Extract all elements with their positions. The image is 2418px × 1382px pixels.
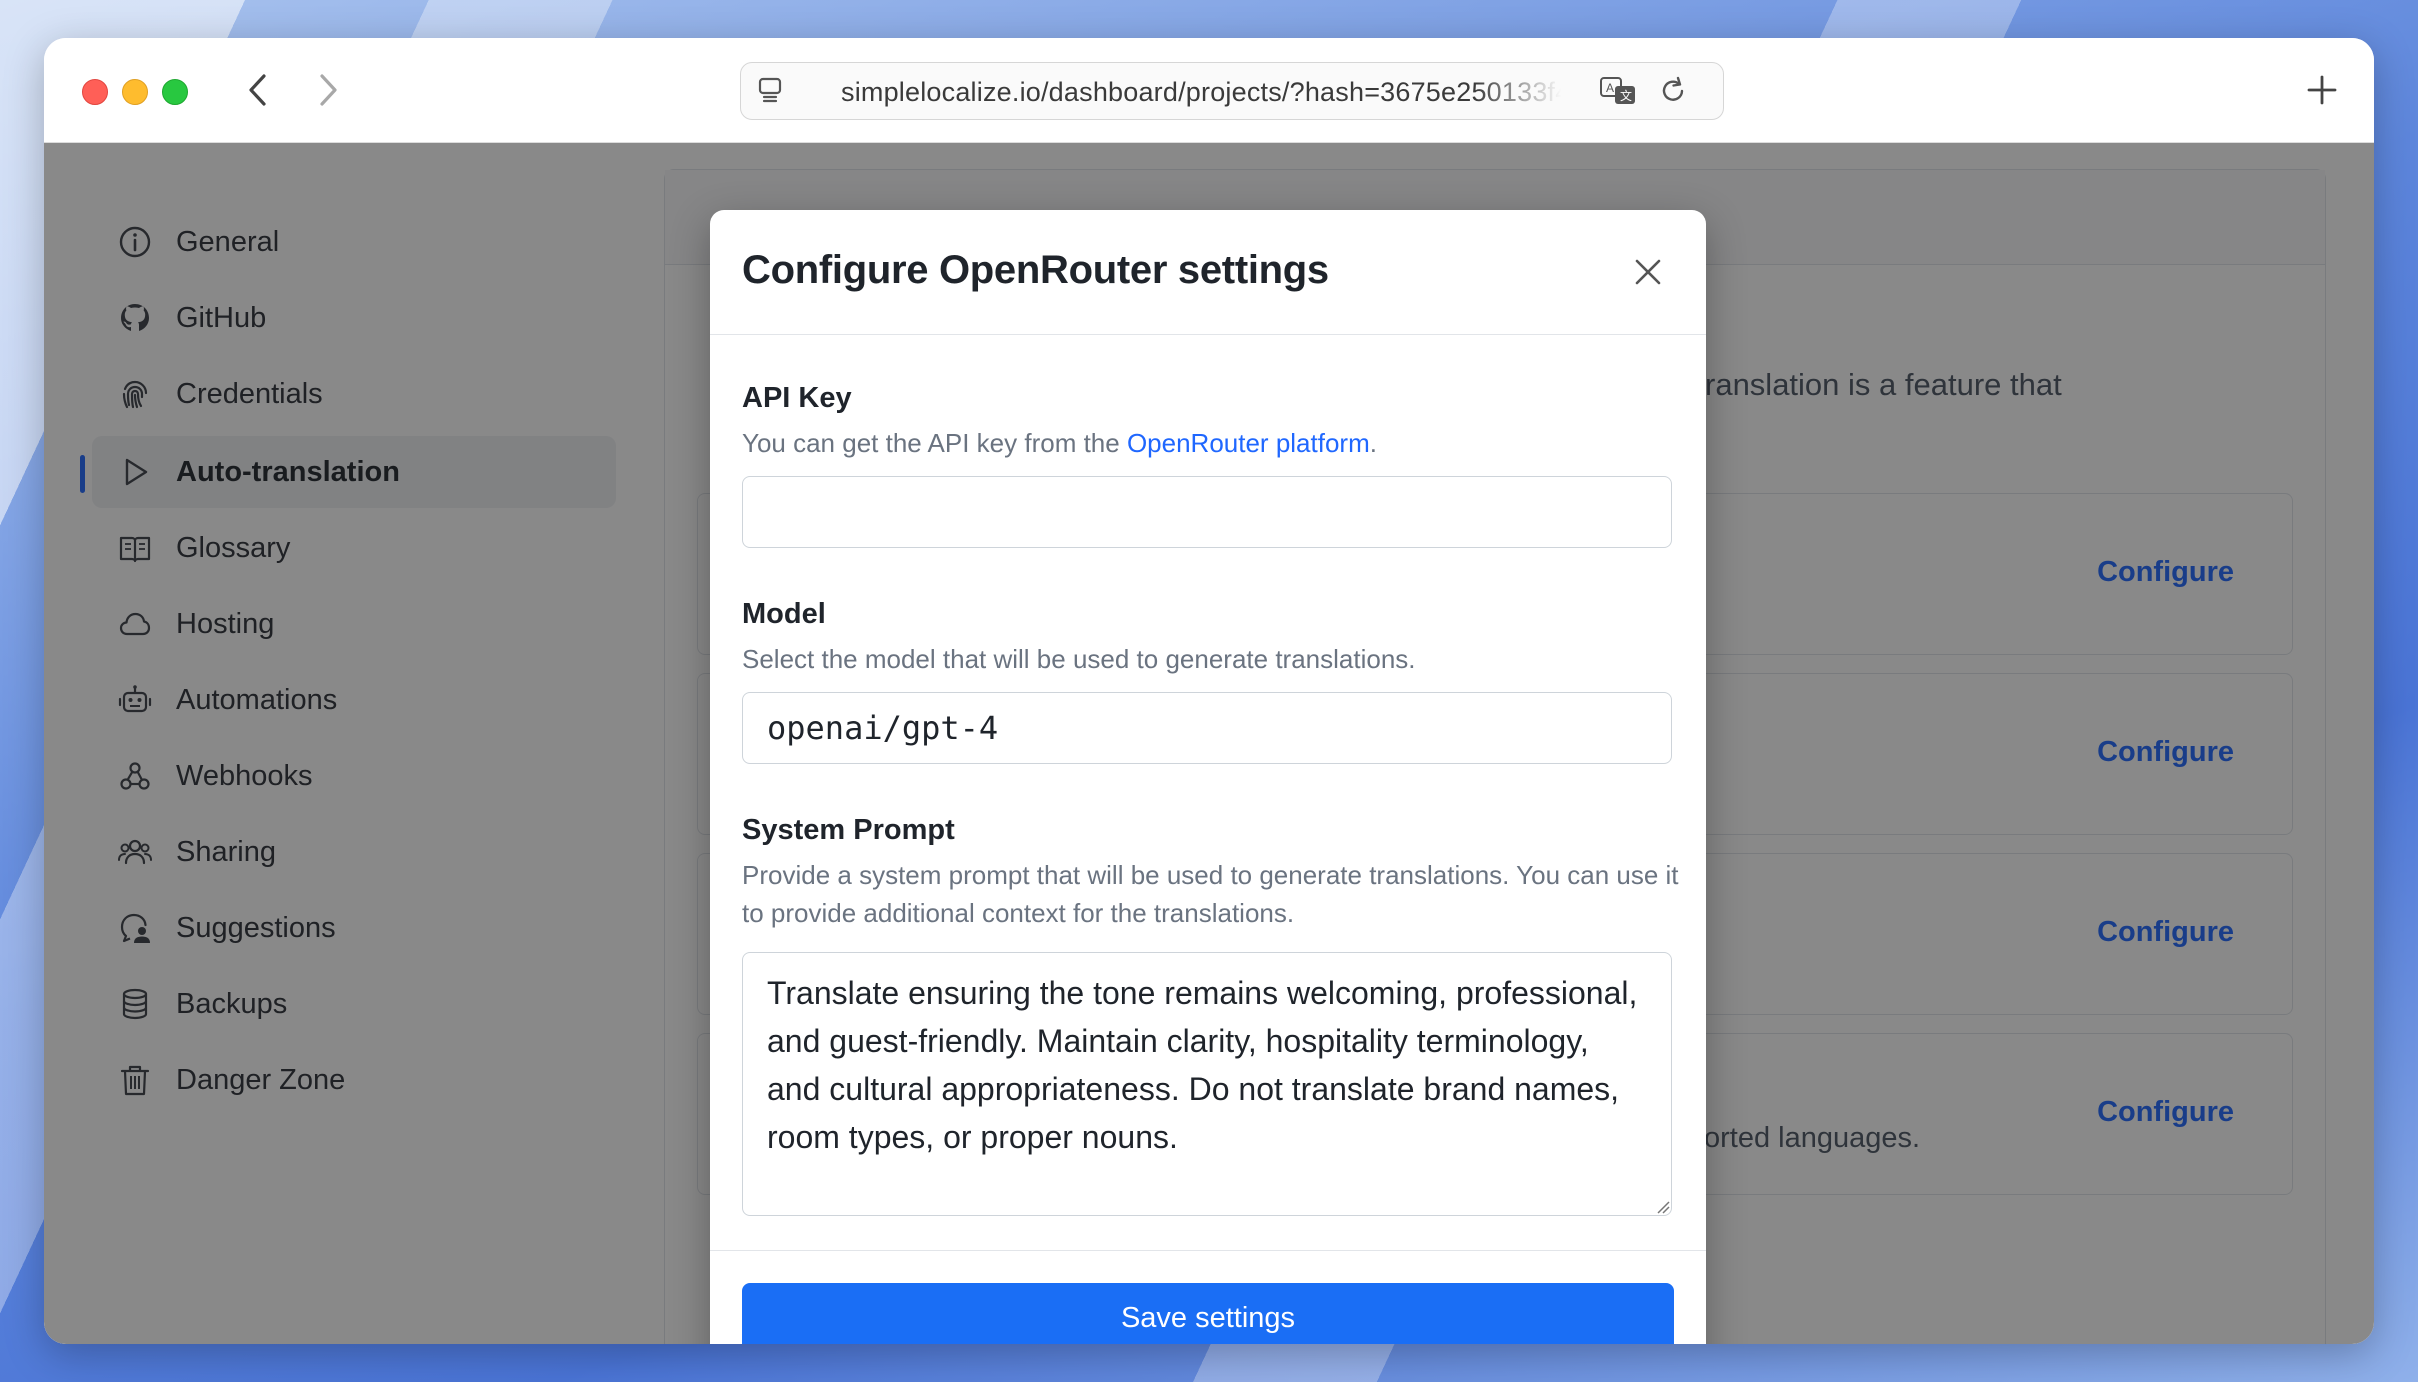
svg-text:A: A: [1606, 81, 1614, 95]
api-key-help: You can get the API key from the OpenRou…: [742, 424, 1682, 462]
back-button[interactable]: [236, 68, 280, 112]
chevron-right-icon: [320, 74, 337, 106]
address-bar[interactable]: simplelocalize.io/dashboard/projects/?ha…: [740, 62, 1724, 120]
api-key-help-text: You can get the API key from the: [742, 428, 1127, 458]
system-prompt-label: System Prompt: [742, 814, 955, 846]
modal-footer: Save settings: [710, 1250, 1706, 1344]
model-input[interactable]: [742, 692, 1672, 764]
maximize-window-button[interactable]: [162, 79, 188, 105]
save-settings-button[interactable]: Save settings: [742, 1283, 1674, 1344]
chevron-left-icon: [249, 74, 266, 106]
openrouter-settings-modal: Configure OpenRouter settings API Key Yo…: [710, 210, 1706, 1344]
model-help: Select the model that will be used to ge…: [742, 644, 1416, 674]
reload-icon[interactable]: [1657, 75, 1689, 107]
close-icon: [1635, 259, 1661, 285]
modal-header: Configure OpenRouter settings: [710, 210, 1706, 335]
openrouter-platform-link[interactable]: OpenRouter platform: [1127, 428, 1370, 458]
browser-titlebar: simplelocalize.io/dashboard/projects/?ha…: [44, 38, 2374, 143]
plus-icon: [2307, 75, 2337, 105]
page-settings-icon[interactable]: [755, 75, 785, 105]
translate-icon[interactable]: A文: [1599, 75, 1637, 107]
close-modal-button[interactable]: [1626, 250, 1670, 294]
api-key-help-suffix: .: [1369, 428, 1377, 458]
system-prompt-textarea[interactable]: Translate ensuring the tone remains welc…: [742, 952, 1672, 1216]
close-window-button[interactable]: [82, 79, 108, 105]
svg-text:文: 文: [1620, 88, 1632, 103]
minimize-window-button[interactable]: [122, 79, 148, 105]
model-label: Model: [742, 598, 826, 630]
system-prompt-help: Provide a system prompt that will be use…: [742, 860, 1679, 928]
api-key-input[interactable]: [742, 476, 1672, 548]
forward-button[interactable]: [306, 68, 350, 112]
resize-handle-icon[interactable]: [1656, 1200, 1670, 1214]
api-key-label: API Key: [742, 382, 852, 414]
new-tab-button[interactable]: [2300, 68, 2344, 112]
modal-title: Configure OpenRouter settings: [742, 248, 1329, 292]
url-text: simplelocalize.io/dashboard/projects/?ha…: [841, 77, 1561, 107]
page-content: General GitHub Credentials Auto-translat…: [44, 143, 2374, 1344]
browser-window: simplelocalize.io/dashboard/projects/?ha…: [44, 38, 2374, 1344]
